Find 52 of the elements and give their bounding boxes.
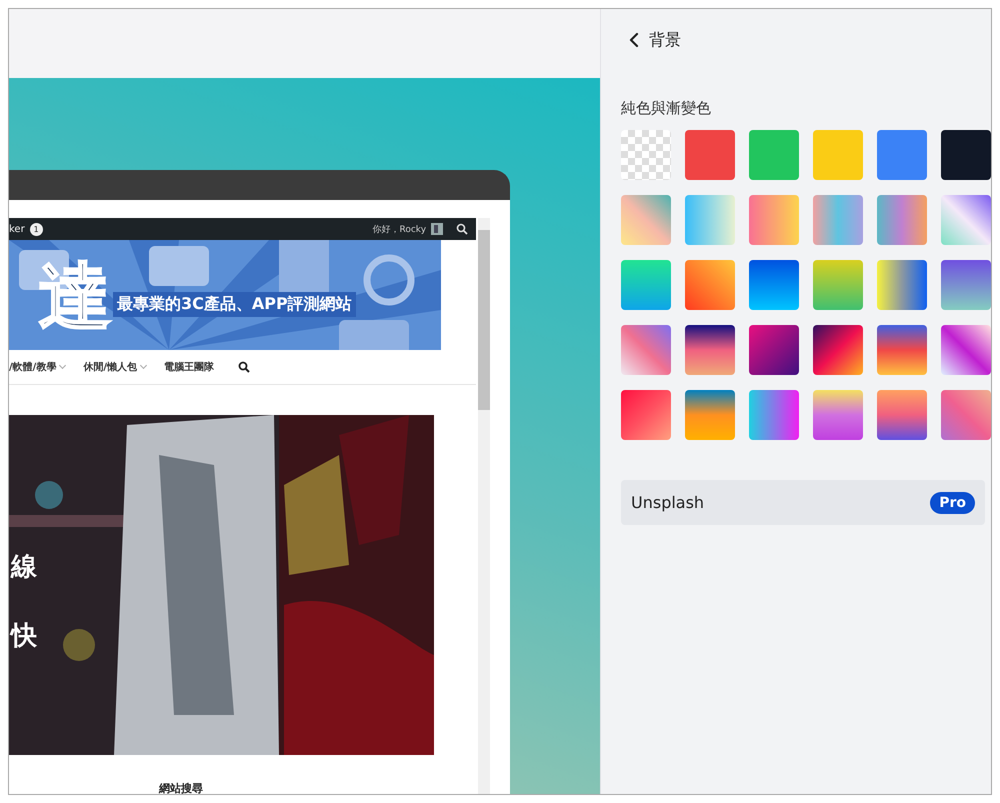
color-swatch[interactable]	[749, 390, 799, 440]
color-swatch[interactable]	[877, 130, 927, 180]
site-link[interactable]: ker	[9, 224, 25, 234]
logo-text: 達	[39, 260, 111, 332]
color-swatch[interactable]	[685, 130, 735, 180]
color-swatch[interactable]	[813, 260, 863, 310]
color-swatch[interactable]	[685, 195, 735, 245]
color-swatch[interactable]	[813, 195, 863, 245]
color-swatch[interactable]	[877, 325, 927, 375]
tagline: 最專業的3C產品、APP評測網站	[113, 292, 356, 317]
color-swatch[interactable]	[877, 195, 927, 245]
color-swatch[interactable]	[685, 260, 735, 310]
color-swatch[interactable]	[685, 390, 735, 440]
color-swatch[interactable]	[813, 325, 863, 375]
color-swatch[interactable]	[941, 260, 991, 310]
color-swatch[interactable]	[877, 260, 927, 310]
color-swatch[interactable]	[749, 195, 799, 245]
color-swatch[interactable]	[621, 130, 671, 180]
pro-badge: Pro	[930, 492, 975, 514]
color-swatch[interactable]	[941, 130, 991, 180]
scrollbar[interactable]	[478, 218, 490, 794]
panel-title: 背景	[649, 30, 681, 50]
section-heading: 網站搜尋	[159, 781, 204, 794]
search-icon[interactable]	[456, 223, 468, 235]
color-swatch[interactable]	[621, 260, 671, 310]
color-swatch[interactable]	[941, 195, 991, 245]
color-swatch[interactable]	[685, 325, 735, 375]
color-swatch[interactable]	[813, 130, 863, 180]
hero-caption: 線	[11, 551, 37, 584]
color-swatch[interactable]	[621, 390, 671, 440]
color-swatch[interactable]	[749, 130, 799, 180]
color-swatch[interactable]	[621, 195, 671, 245]
nav-link[interactable]: 電腦王團隊	[164, 360, 214, 374]
color-swatch[interactable]	[941, 390, 991, 440]
nav-link[interactable]: 休閒/懶人包	[83, 360, 146, 374]
color-swatch[interactable]	[813, 390, 863, 440]
color-swatch[interactable]	[877, 390, 927, 440]
notification-badge: 1	[30, 222, 43, 236]
nav-link[interactable]: /軟體/教學	[9, 360, 66, 374]
avatar-icon[interactable]	[431, 223, 444, 235]
color-swatch[interactable]	[621, 325, 671, 375]
color-swatch[interactable]	[749, 260, 799, 310]
section-label: 純色與漸變色	[621, 99, 712, 118]
option-label: Unsplash	[631, 493, 704, 512]
color-swatch[interactable]	[941, 325, 991, 375]
hero-caption: 快	[11, 620, 37, 652]
color-swatch[interactable]	[749, 325, 799, 375]
user-greeting[interactable]: 你好，Rocky	[372, 222, 426, 236]
back-icon	[629, 32, 639, 48]
unsplash-option[interactable]: Unsplash Pro	[621, 480, 985, 525]
search-icon[interactable]	[238, 361, 250, 373]
back-button[interactable]: 背景	[621, 28, 685, 52]
